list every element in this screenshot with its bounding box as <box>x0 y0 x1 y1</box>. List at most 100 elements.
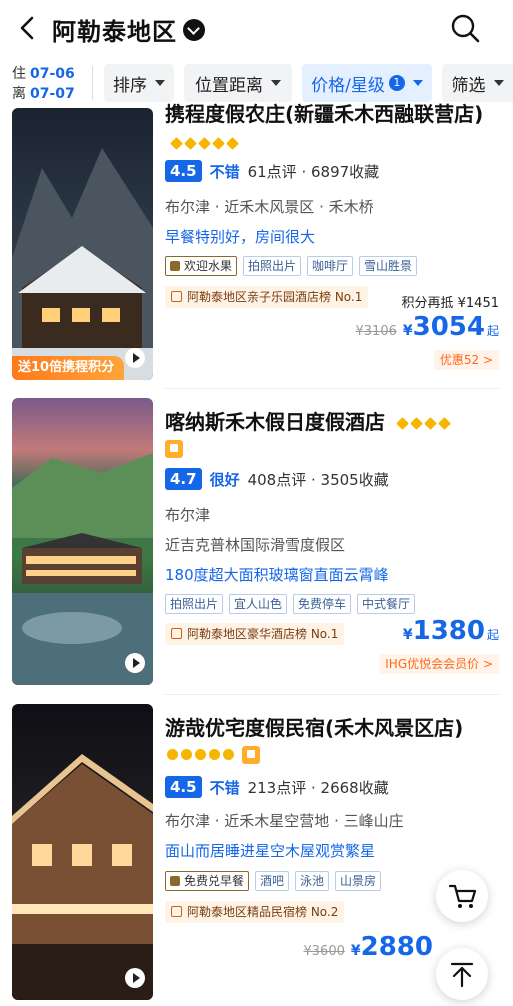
score-word: 不错 <box>209 778 240 797</box>
tag: 酒吧 <box>255 871 290 891</box>
destination-selector[interactable]: 阿勒泰地区 <box>52 12 205 47</box>
discount-badge[interactable]: 优惠52 > <box>433 350 499 370</box>
member-price-badge[interactable]: IHG优悦会会员价 > <box>379 654 499 674</box>
review-count: 408点评 · 3505收藏 <box>247 470 389 489</box>
diamond-rating <box>396 410 454 434</box>
currency: ¥ <box>402 627 413 643</box>
ranking-icon <box>171 628 182 639</box>
sort-label: 排序 <box>113 75 147 96</box>
price: 1380 <box>412 616 485 646</box>
rating-row: 4.5 不错 61点评 · 6897收藏 <box>165 160 379 182</box>
diamond-icon <box>184 137 197 150</box>
diamond-icon <box>396 417 409 430</box>
diamond-icon <box>170 137 183 150</box>
tag: 免费兑早餐 <box>165 871 250 891</box>
checkin-label: 住 <box>12 66 26 82</box>
score-badge: 4.5 <box>165 776 202 798</box>
star-dot-icon <box>195 749 206 760</box>
currency: ¥ <box>350 943 361 959</box>
thumbs-up-icon <box>165 439 183 458</box>
ranking-icon <box>171 906 182 917</box>
search-icon[interactable] <box>449 12 481 44</box>
price-suffix: 起 <box>486 324 499 338</box>
distance-button[interactable]: 位置距离 <box>184 64 292 102</box>
divider <box>165 694 499 695</box>
caret-down-icon <box>155 80 165 86</box>
hotel-name: 游哉优宅度假民宿(禾木风景区店) <box>165 716 464 740</box>
score-word: 不错 <box>209 162 240 181</box>
caret-down-icon <box>412 80 423 86</box>
rating-row: 4.5 不错 213点评 · 2668收藏 <box>165 776 389 798</box>
hotel-photo[interactable] <box>12 704 153 1000</box>
caret-down-icon <box>271 80 281 86</box>
review-count: 61点评 · 6897收藏 <box>247 162 380 181</box>
hotel-info: 携程度假农庄(新疆禾木西融联营店) <box>165 100 499 128</box>
photo-scene <box>12 148 153 380</box>
star-dot-icon <box>223 749 234 760</box>
points-deduction: 积分再抵 ¥1451 <box>401 296 500 311</box>
points-promo-ribbon: 送10倍携程积分 <box>12 356 125 380</box>
tag: 泳池 <box>295 871 330 891</box>
shopping-cart-icon <box>448 884 477 908</box>
caret-down-icon <box>493 80 504 86</box>
photo-scene <box>12 453 153 685</box>
hotel-info: 游哉优宅度假民宿(禾木风景区店) <box>165 714 499 742</box>
ranking-badge[interactable]: 阿勒泰地区亲子乐园酒店榜 No.1 <box>165 286 369 308</box>
original-price: ¥3600 <box>303 944 345 959</box>
original-price: ¥3106 <box>355 324 397 339</box>
tag: 欢迎水果 <box>165 256 238 276</box>
diamond-icon <box>212 137 225 150</box>
hotel-photo[interactable] <box>12 398 153 685</box>
ranking-icon <box>171 291 182 302</box>
hotel-highlight: 面山而居睡进星空木屋观赏繁星 <box>165 842 376 860</box>
recommend-badge <box>165 438 183 458</box>
hotel-name: 喀纳斯禾木假日度假酒店 <box>165 408 499 436</box>
tag: 中式餐厅 <box>357 594 416 614</box>
hotel-photo[interactable]: 送10倍携程积分 <box>12 108 153 380</box>
photo-scene <box>12 754 153 1000</box>
tag: 拍照出片 <box>243 256 302 276</box>
tag: 宜人山色 <box>229 594 288 614</box>
divider <box>92 66 93 100</box>
distance-label: 位置距离 <box>195 75 263 96</box>
price-star-button[interactable]: 价格/星级 1 <box>302 64 432 102</box>
diamond-icon <box>410 417 423 430</box>
checkin-date: 07-06 <box>30 66 75 82</box>
back-arrow-icon[interactable] <box>14 14 42 42</box>
hotel-highlight: 180度超大面积玻璃窗直面云霄峰 <box>165 566 389 584</box>
sort-button[interactable]: 排序 <box>104 64 174 102</box>
hotel-card[interactable]: 送10倍携程积分 携程度假农庄(新疆禾木西融联营店) 4.5 不错 61点评 ·… <box>0 102 513 390</box>
hotel-card[interactable]: 喀纳斯禾木假日度假酒店 4.7 很好 408点评 · 3505收藏 布尔津 近吉… <box>0 398 513 694</box>
price-row: ¥ 1380 起 <box>403 616 499 646</box>
star-rating <box>167 744 261 764</box>
heart-icon <box>170 876 180 886</box>
price: 2880 <box>360 932 433 962</box>
back-to-top-button[interactable] <box>436 948 488 1000</box>
date-range[interactable]: 住 07-06 离 07-07 <box>12 64 75 104</box>
page-title: 阿勒泰地区 <box>52 18 177 46</box>
diamond-icon <box>438 417 451 430</box>
price-row: ¥3106 ¥ 3054 起 <box>356 312 500 342</box>
score-badge: 4.7 <box>165 468 202 490</box>
play-video-icon[interactable] <box>125 653 145 673</box>
cart-button[interactable] <box>436 870 488 922</box>
play-video-icon[interactable] <box>125 968 145 988</box>
hotel-location: 布尔津 · 近禾木风景区 · 禾木桥 <box>165 198 374 216</box>
star-dot-icon <box>167 749 178 760</box>
play-video-icon[interactable] <box>125 348 145 368</box>
hotel-tags: 欢迎水果 拍照出片 咖啡厅 雪山胜景 <box>165 256 418 276</box>
price-star-label: 价格/星级 <box>311 75 385 96</box>
hotel-highlight: 早餐特别好，房间很大 <box>165 228 316 246</box>
top-bar: 阿勒泰地区 <box>0 0 513 56</box>
review-count: 213点评 · 2668收藏 <box>247 778 389 797</box>
ranking-badge[interactable]: 阿勒泰地区精品民宿榜 No.2 <box>165 901 345 923</box>
thumbs-up-icon <box>242 745 261 764</box>
price-suffix: 起 <box>486 628 499 642</box>
star-dot-icon <box>209 749 220 760</box>
ranking-badge[interactable]: 阿勒泰地区豪华酒店榜 No.1 <box>165 623 345 645</box>
filter-count-badge: 1 <box>388 75 405 91</box>
score-badge: 4.5 <box>165 160 202 182</box>
diamond-rating <box>170 133 242 152</box>
tag: 咖啡厅 <box>307 256 354 276</box>
filter-button[interactable]: 筛选 <box>442 64 513 102</box>
